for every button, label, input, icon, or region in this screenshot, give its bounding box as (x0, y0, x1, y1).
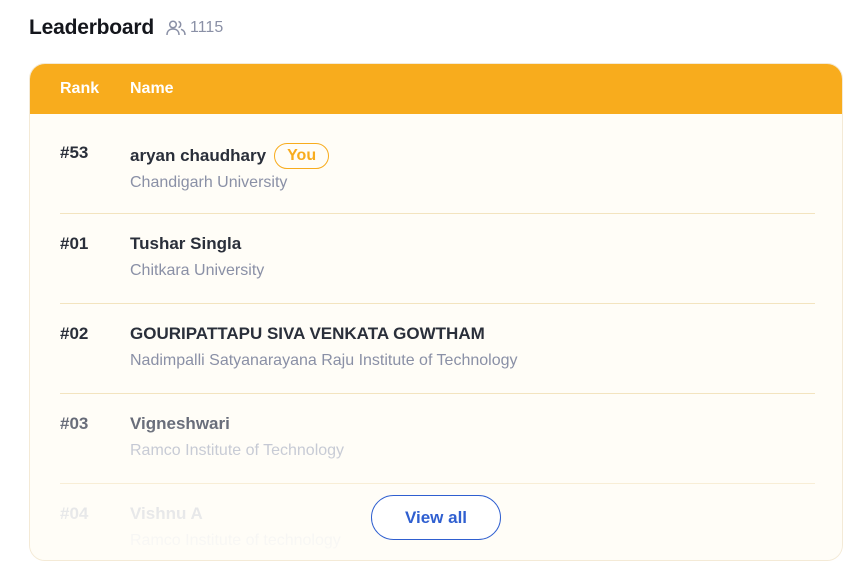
institution-name: Chitkara University (130, 262, 265, 279)
institution-name: Ramco Institute of technology (130, 532, 341, 549)
table-row[interactable]: #03 Vigneshwari Ramco Institute of Techn… (30, 394, 842, 484)
you-badge: You (274, 143, 330, 169)
table-row[interactable]: #02 GOURIPATTAPU SIVA VENKATA GOWTHAM Na… (30, 304, 842, 394)
institution-name: Chandigarh University (130, 174, 288, 191)
institution-name: Ramco Institute of Technology (130, 442, 345, 459)
column-header-name: Name (130, 80, 174, 97)
participant-count: 1115 (166, 19, 223, 37)
participant-name: GOURIPATTAPU SIVA VENKATA GOWTHAM (130, 324, 485, 343)
view-all-button[interactable]: View all (371, 495, 501, 540)
institution-name: Nadimpalli Satyanarayana Raju Institute … (130, 352, 518, 369)
participant-name: aryan chaudhary You (130, 143, 330, 169)
rank-value: #53 (60, 143, 89, 162)
rank-value: #02 (60, 324, 89, 343)
leaderboard-card: Rank Name #53 aryan chaudhary You Chandi… (29, 63, 843, 561)
rank-value: #04 (60, 504, 89, 523)
column-header-rank: Rank (60, 80, 100, 97)
table-row[interactable]: #01 Tushar Singla Chitkara University (30, 214, 842, 304)
participant-name: Vishnu A (130, 504, 203, 523)
participant-name: Vigneshwari (130, 414, 230, 433)
leaderboard-rows: #53 aryan chaudhary You Chandigarh Unive… (30, 114, 842, 560)
rank-value: #03 (60, 414, 89, 433)
rank-value: #01 (60, 234, 89, 253)
page-title: Leaderboard (29, 16, 154, 39)
users-icon (166, 20, 186, 36)
participant-name-text: aryan chaudhary (130, 146, 267, 165)
participant-name: Tushar Singla (130, 234, 242, 253)
leaderboard-header: Leaderboard 1115 (29, 16, 223, 40)
table-row-current-user[interactable]: #53 aryan chaudhary You Chandigarh Unive… (30, 114, 842, 214)
participant-count-value: 1115 (190, 19, 224, 36)
table-header: Rank Name (30, 64, 842, 114)
